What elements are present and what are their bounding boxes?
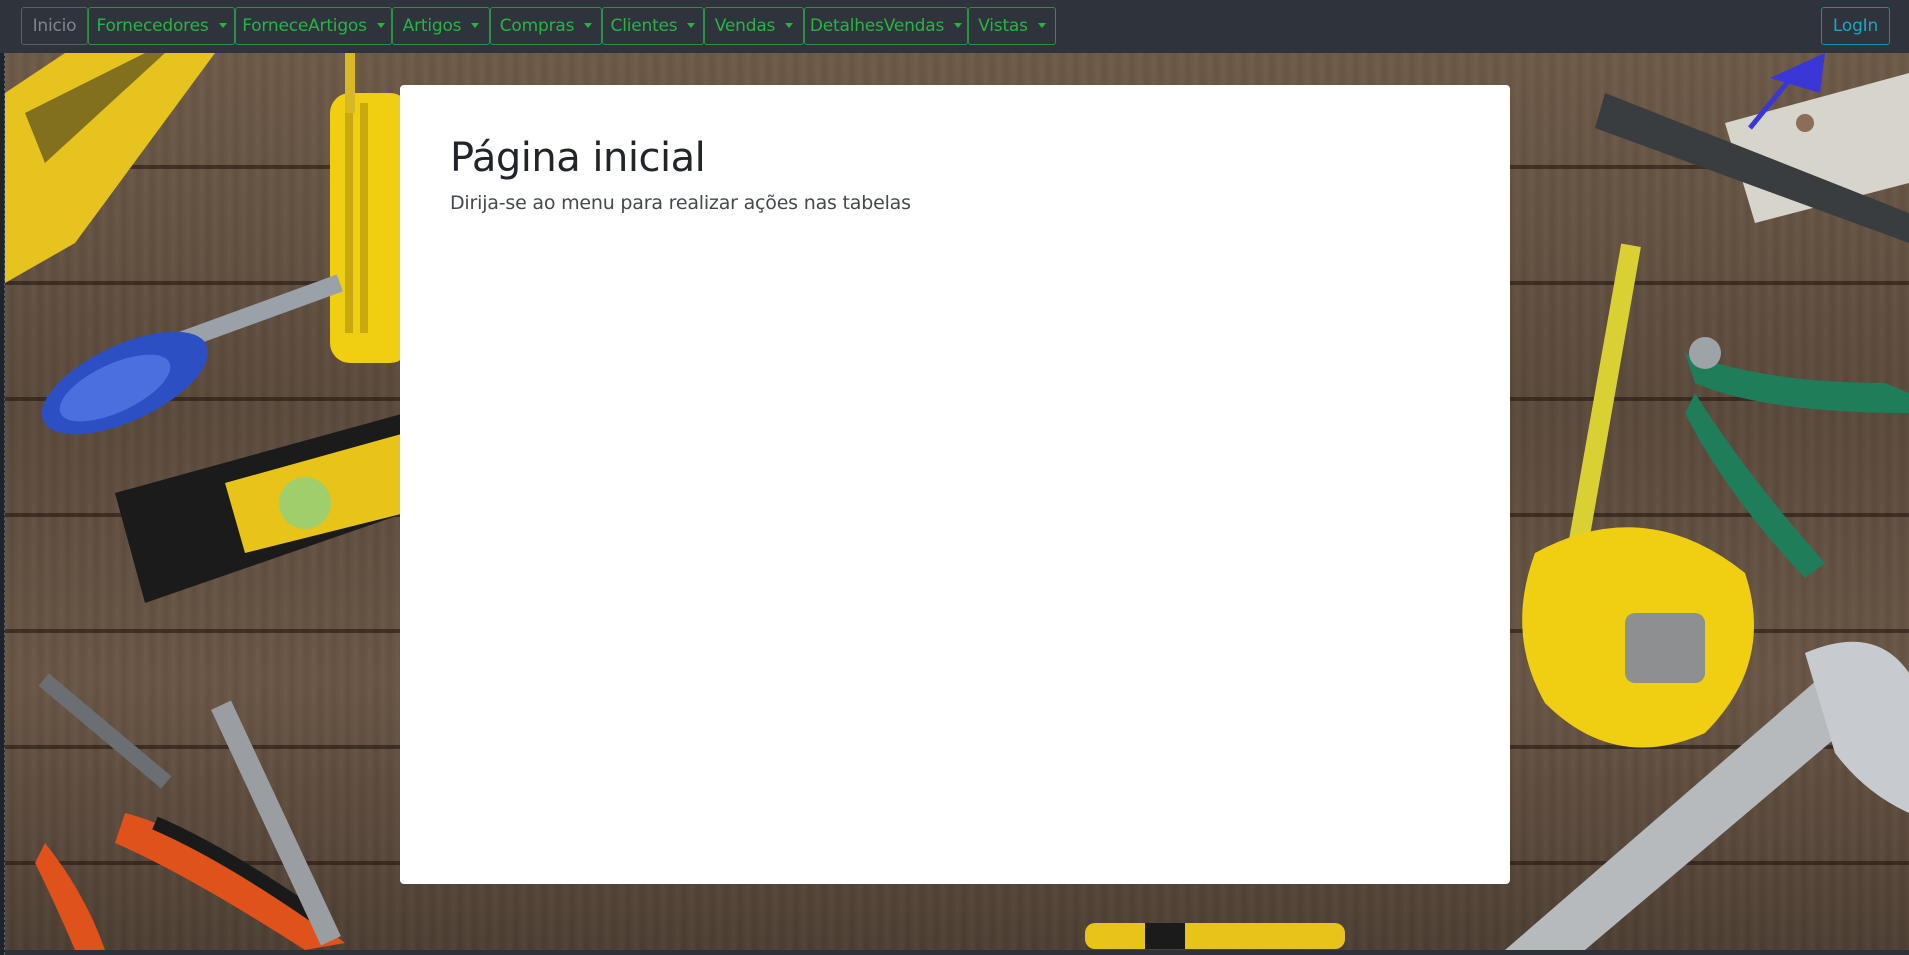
nav-home-label: Inicio <box>32 16 77 36</box>
caret-down-icon <box>1037 22 1046 28</box>
page-title: Página inicial <box>450 135 706 181</box>
nav-menu-vistas[interactable]: Vistas <box>968 7 1056 45</box>
level-tool-top-left <box>5 53 215 283</box>
nav-menu-vendas[interactable]: Vendas <box>704 7 804 45</box>
caret-down-icon <box>584 22 593 28</box>
nav-home-button[interactable]: Inicio <box>21 7 88 45</box>
nav-menu-detalhes-vendas[interactable]: DetalhesVendas <box>804 7 968 45</box>
page-subtitle: Dirija-se ao menu para realizar ações na… <box>450 192 911 214</box>
caret-down-icon <box>687 22 696 28</box>
nav-menu-label: Compras <box>499 16 575 36</box>
nav-menu-clientes[interactable]: Clientes <box>602 7 704 45</box>
nav-menu-artigos[interactable]: Artigos <box>392 7 490 45</box>
caret-down-icon <box>954 22 963 28</box>
caret-down-icon <box>218 22 227 28</box>
nav-menu-label: Clientes <box>610 16 678 36</box>
login-button[interactable]: LogIn <box>1821 7 1890 45</box>
nav-menu-label: ForneceArtigos <box>242 16 367 36</box>
screwdriver-bottom <box>1085 923 1345 949</box>
main-content-card: Página inicial Dirija-se ao menu para re… <box>400 85 1510 884</box>
pliers-green-right <box>1685 337 1909 578</box>
nav-menu-fornece-artigos[interactable]: ForneceArtigos <box>235 7 392 45</box>
caret-down-icon <box>471 22 480 28</box>
pliers-bottom-left <box>35 673 345 950</box>
nav-menu-label: DetalhesVendas <box>809 16 945 36</box>
nav-menu-label: Vendas <box>714 16 776 36</box>
nav-menu-compras[interactable]: Compras <box>490 7 602 45</box>
tape-measure-left <box>330 53 410 363</box>
nav-menu-label: Artigos <box>402 16 462 36</box>
tape-measure-right <box>1522 243 1754 748</box>
login-label: LogIn <box>1832 16 1879 36</box>
nav-menu-label: Vistas <box>978 16 1028 36</box>
screwdriver-blue <box>41 274 343 435</box>
nav-menu-label: Fornecedores <box>96 16 209 36</box>
nav-menu-fornecedores[interactable]: Fornecedores <box>88 7 235 45</box>
caret-down-icon <box>376 22 385 28</box>
top-navbar: Inicio Fornecedores ForneceArtigos Artig… <box>0 0 1909 53</box>
level-tool-middle-left <box>115 413 405 603</box>
caret-down-icon <box>785 22 794 28</box>
